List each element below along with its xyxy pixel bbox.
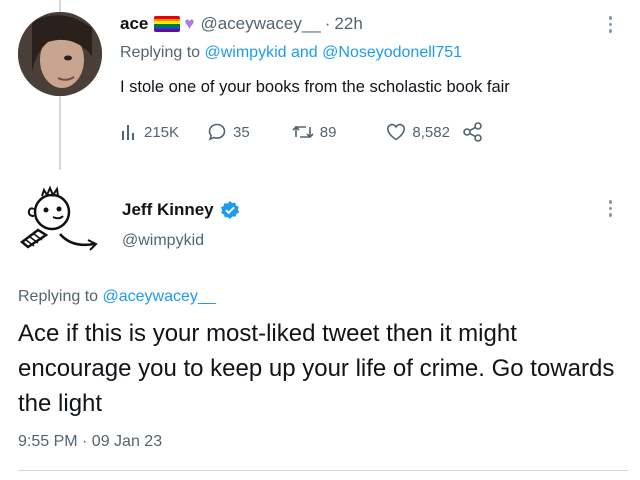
retweet-button[interactable]: 89 <box>292 123 337 141</box>
reply-count: 35 <box>233 123 250 141</box>
purple-heart-icon: ♥ <box>184 14 195 33</box>
author-name[interactable]: Jeff Kinney <box>122 200 240 220</box>
author-name[interactable]: ace <box>120 14 148 34</box>
separator-dot: · <box>324 14 331 33</box>
views-count: 215K <box>144 123 180 141</box>
replying-prefix: Replying to <box>18 288 99 305</box>
reply-icon <box>208 123 226 141</box>
like-button[interactable]: 8,582 <box>386 123 450 141</box>
author-handle[interactable]: @aceywacey__ <box>200 14 320 34</box>
tweet-text: I stole one of your books from the schol… <box>120 78 510 96</box>
reply-tweet-header: ace ♥ @aceywacey__ · 22h <box>120 14 363 34</box>
replying-to-line: Replying to @aceywacey__ <box>18 288 216 306</box>
replying-to-line: Replying to @wimpykid and @Noseyodonell7… <box>120 44 462 62</box>
tweet-text: Ace if this is your most-liked tweet the… <box>18 320 615 417</box>
avatar[interactable] <box>12 182 104 260</box>
verified-badge-icon <box>220 201 239 219</box>
pride-flag-icon <box>154 16 181 32</box>
mention-link[interactable]: @Noseyodonell751 <box>322 44 462 61</box>
divider <box>18 470 628 471</box>
mention-and: and <box>290 44 318 61</box>
share-button[interactable] <box>462 122 484 142</box>
tweet-time[interactable]: 22h <box>334 14 362 34</box>
heart-icon <box>387 123 406 141</box>
like-count: 8,582 <box>412 123 450 141</box>
tweet-timestamp[interactable]: 9:55 PM · 09 Jan 23 <box>18 433 162 451</box>
mention-link[interactable]: @wimpykid <box>205 44 287 61</box>
retweet-icon <box>292 125 314 139</box>
retweet-count: 89 <box>319 123 337 141</box>
more-options-icon[interactable] <box>608 200 612 217</box>
more-options-icon[interactable] <box>608 16 612 33</box>
author-name-text: Jeff Kinney <box>122 200 214 219</box>
share-icon <box>463 122 482 142</box>
tweet-actions-bar: 215K 35 89 8,582 <box>120 122 484 142</box>
avatar[interactable] <box>18 12 102 96</box>
author-handle[interactable]: @wimpykid <box>122 232 204 250</box>
mention-link[interactable]: @aceywacey__ <box>103 288 216 305</box>
views-button[interactable]: 215K <box>120 123 179 141</box>
analytics-icon <box>122 125 134 140</box>
replying-prefix: Replying to <box>120 44 201 61</box>
reply-button[interactable]: 35 <box>207 122 250 142</box>
